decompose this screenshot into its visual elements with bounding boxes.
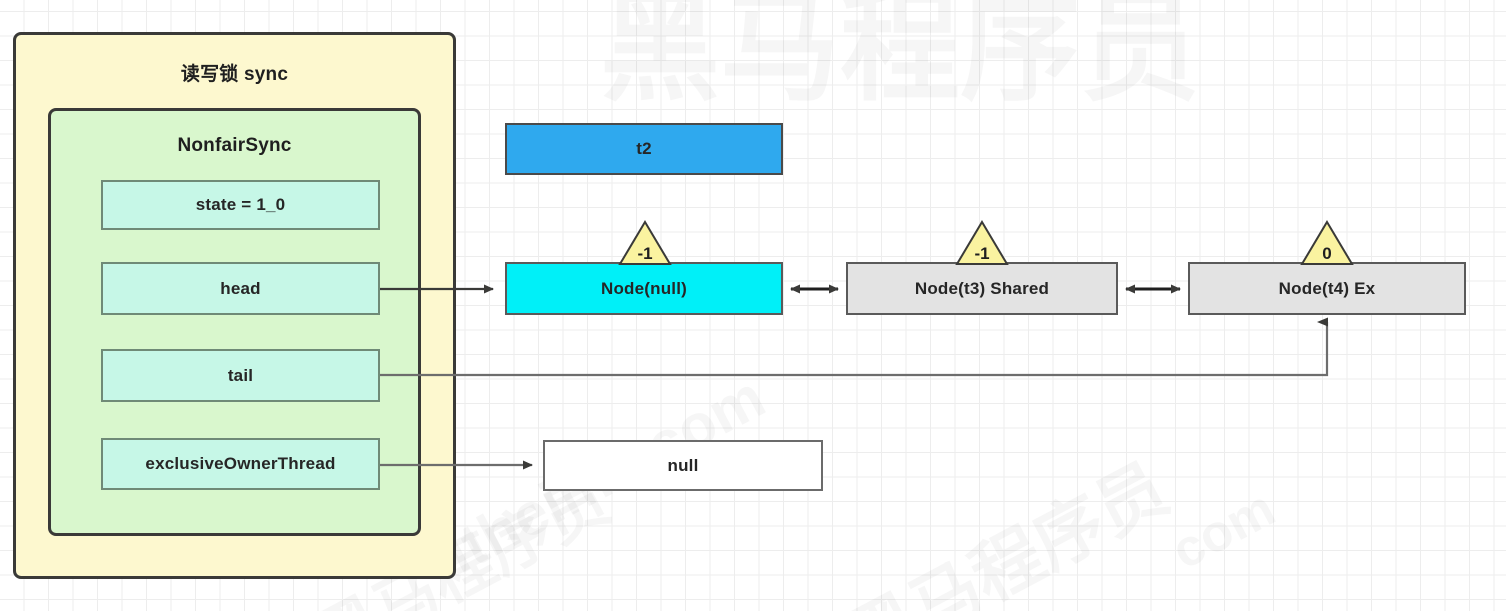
head-field-label: head [220,278,261,298]
waitstatus-badge-node-t3: -1 [955,220,1009,266]
watermark-top: 黑马程序员 [600,0,1200,124]
waitstatus-badge-node-head: -1 [618,220,672,266]
thread-t2-box[interactable]: t2 [505,123,783,175]
node-t3-shared-label: Node(t3) Shared [914,278,1050,298]
exclusive-owner-thread-field-label: exclusiveOwnerThread [145,454,336,473]
thread-t2-label: t2 [636,139,652,158]
waitstatus-badge-node-t4: 0 [1300,220,1354,266]
exclusive-owner-thread-field[interactable]: exclusiveOwnerThread [101,438,380,490]
diagram-canvas: 黑马程序员 itheima.com com 黑马程序员 黑马程序员 读写锁 sy… [0,0,1506,611]
triangle-icon [618,220,672,265]
node-t4-exclusive-box[interactable]: Node(t4) Ex [1188,262,1466,315]
null-box[interactable]: null [543,440,823,491]
node-t4-exclusive-label: Node(t4) Ex [1278,278,1376,298]
node-head-label: Node(null) [600,278,688,298]
sync-outer-panel-title: 读写锁 sync [180,64,289,85]
watermark-right: com [1162,478,1285,581]
triangle-icon [955,220,1009,265]
edge-tail-to-node-t4 [380,317,1329,377]
nonfairsync-panel-title: NonfairSync [177,135,292,156]
state-field-label: state = 1_0 [195,195,286,214]
tail-field-label: tail [227,365,254,385]
node-t3-shared-box[interactable]: Node(t3) Shared [846,262,1118,315]
null-box-label: null [667,455,699,475]
watermark-lower-right: 黑马程序员 [827,434,1183,611]
tail-field[interactable]: tail [101,349,380,402]
triangle-icon [1300,220,1354,265]
node-head-box[interactable]: Node(null) [505,262,783,315]
state-field[interactable]: state = 1_0 [101,180,380,230]
head-field[interactable]: head [101,262,380,315]
